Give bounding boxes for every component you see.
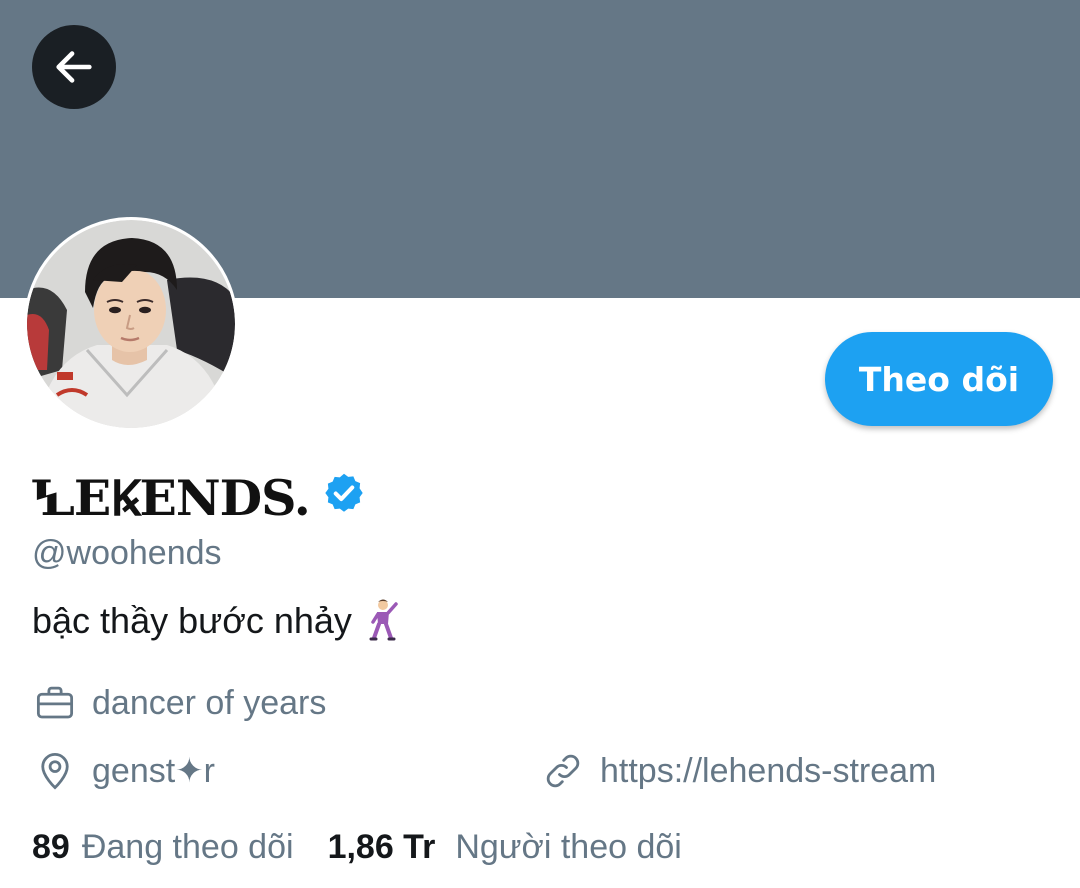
profile-handle: @woohends xyxy=(32,534,222,572)
display-name: ꝆEꝂENDS. xyxy=(30,469,311,527)
profile-page: Theo dõi ꝆEꝂENDS. @woohends bậc thầy bướ… xyxy=(0,0,1080,888)
profile-stats: 89 Đang theo dõi 1,86 Tr Người theo dõi xyxy=(32,828,716,867)
following-stat[interactable]: 89 Đang theo dõi xyxy=(32,828,294,867)
profession-row: dancer of years xyxy=(34,682,326,724)
verified-badge-icon xyxy=(325,473,363,512)
briefcase-icon xyxy=(36,686,74,719)
avatar-photo xyxy=(27,220,235,428)
arrow-left-icon xyxy=(56,51,92,83)
location-pin-icon xyxy=(41,752,69,790)
bio-text: bậc thầy bước nhảy xyxy=(32,600,352,641)
location-text: genst✦r xyxy=(92,752,215,790)
following-count: 89 xyxy=(32,828,70,866)
name-row: ꝆEꝂENDS. xyxy=(30,467,366,527)
location-row: genst✦r xyxy=(34,750,215,792)
website-link[interactable]: https://lehends-stream xyxy=(600,752,936,791)
dancer-emoji-icon xyxy=(369,599,398,641)
follow-button[interactable]: Theo dõi xyxy=(825,332,1053,426)
following-label: Đang theo dõi xyxy=(81,828,294,866)
back-button[interactable] xyxy=(32,25,116,109)
followers-stat[interactable]: 1,86 Tr Người theo dõi xyxy=(328,828,682,867)
link-icon xyxy=(546,754,580,788)
profile-bio: bậc thầy bước nhảy xyxy=(32,598,400,644)
followers-count: 1,86 Tr xyxy=(327,828,436,866)
avatar[interactable] xyxy=(24,217,238,431)
followers-label: Người theo dõi xyxy=(455,828,682,866)
profession-text: dancer of years xyxy=(92,683,327,722)
website-row[interactable]: https://lehends-stream xyxy=(542,750,936,792)
